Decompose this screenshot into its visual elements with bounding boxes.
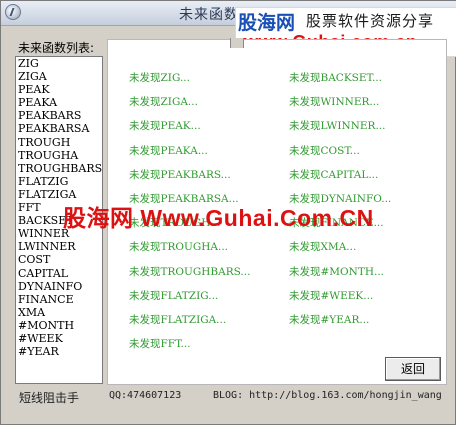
list-item[interactable]: ZIG bbox=[16, 57, 102, 70]
result-item: 未发现CAPITAL... bbox=[289, 168, 379, 181]
list-item[interactable]: XMA bbox=[16, 306, 102, 319]
list-item[interactable]: ZIGA bbox=[16, 70, 102, 83]
list-item[interactable]: #WEEK bbox=[16, 332, 102, 345]
result-item: 未发现BACKSET... bbox=[289, 72, 383, 84]
list-item[interactable]: TROUGH bbox=[16, 136, 102, 149]
list-item[interactable]: PEAKBARSA bbox=[16, 122, 102, 135]
result-item: 未发现LWINNER... bbox=[289, 120, 386, 133]
status-qq: QQ:474607123 bbox=[109, 390, 182, 401]
status-blog: BLOG: http://blog.163.com/hongjin_wang bbox=[213, 390, 442, 401]
result-item: 未发现FLATZIG... bbox=[129, 289, 219, 302]
list-item[interactable]: TROUGHA bbox=[16, 149, 102, 162]
list-item[interactable]: #YEAR bbox=[16, 345, 102, 358]
result-item: 未发现PEAKBARS... bbox=[129, 168, 231, 181]
list-item[interactable]: #MONTH bbox=[16, 319, 102, 332]
result-item: 未发现COST... bbox=[289, 144, 360, 157]
list-item[interactable]: COST bbox=[16, 253, 102, 266]
list-item[interactable]: PEAKA bbox=[16, 96, 102, 109]
watermark-text: 股海网 Www.Guhai.Com.CN bbox=[63, 205, 374, 231]
result-item: 未发现#YEAR... bbox=[289, 314, 370, 326]
result-item: 未发现PEAK... bbox=[129, 120, 201, 133]
panel-divider bbox=[230, 38, 244, 48]
list-item[interactable]: TROUGHBARS bbox=[16, 162, 102, 175]
status-author: 短线阻击手 bbox=[19, 391, 80, 405]
list-item[interactable]: PEAKBARS bbox=[16, 109, 102, 122]
result-item: 未发现FLATZIGA... bbox=[129, 314, 227, 326]
result-item: 未发现WINNER... bbox=[289, 96, 380, 109]
result-item: 未发现TROUGHA... bbox=[129, 241, 229, 254]
window-title: 未来函数 bbox=[179, 7, 239, 23]
list-item[interactable]: DYNAINFO bbox=[16, 280, 102, 293]
list-item[interactable]: PEAK bbox=[16, 83, 102, 96]
brand-slogan: 股票软件资源分享 bbox=[306, 12, 435, 30]
brand-logo: 股海网 bbox=[238, 12, 296, 34]
list-item[interactable]: CAPITAL bbox=[16, 267, 102, 280]
result-item: 未发现#MONTH... bbox=[289, 265, 385, 278]
back-button[interactable]: 返回 bbox=[385, 357, 441, 381]
result-item: 未发现TROUGHBARS... bbox=[129, 265, 251, 278]
function-list-label: 未来函数列表: bbox=[18, 41, 95, 55]
result-item: 未发现#WEEK... bbox=[289, 289, 374, 302]
list-item[interactable]: FINANCE bbox=[16, 293, 102, 306]
result-item: 未发现ZIGA... bbox=[129, 96, 198, 109]
result-item: 未发现PEAKA... bbox=[129, 144, 208, 157]
result-item: 未发现XMA... bbox=[289, 241, 357, 254]
list-item[interactable]: FLATZIG bbox=[16, 175, 102, 188]
list-item[interactable]: LWINNER bbox=[16, 240, 102, 253]
main-window: 未来函数 股海网 股票软件资源分享 www.Guhai.com.cn 未来函数列… bbox=[0, 0, 456, 425]
result-item: 未发现FFT... bbox=[129, 338, 191, 351]
app-icon[interactable] bbox=[5, 4, 21, 20]
result-item: 未发现ZIG... bbox=[129, 72, 190, 84]
